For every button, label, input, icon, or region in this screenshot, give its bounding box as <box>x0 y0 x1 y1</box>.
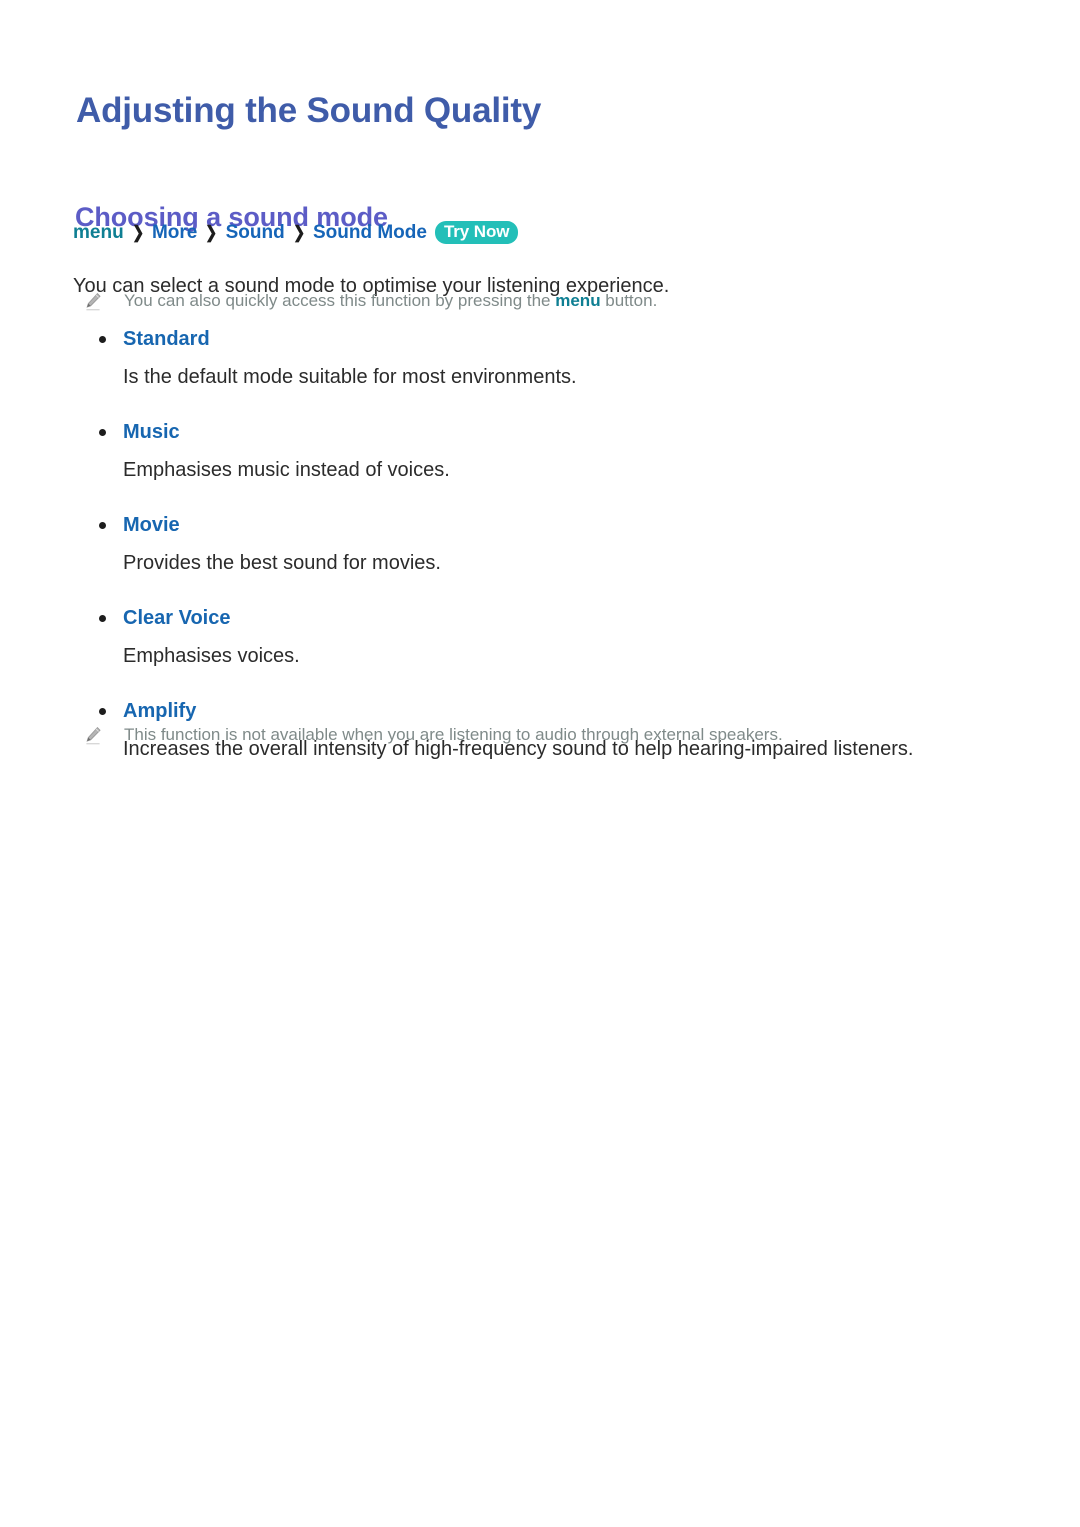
bullet-icon <box>99 336 106 343</box>
list-item: Music Emphasises music instead of voices… <box>97 420 997 482</box>
note-text-before: You can also quickly access this functio… <box>124 291 556 310</box>
mode-term-label: Amplify <box>123 700 197 722</box>
mode-term-label: Movie <box>123 514 180 536</box>
mode-term: Standard <box>97 327 997 351</box>
list-item: Movie Provides the best sound for movies… <box>97 513 997 575</box>
breadcrumb: menu ❯ More ❯ Sound ❯ Sound Mode Try Now <box>73 221 519 244</box>
list-item: Clear Voice Emphasises voices. <box>97 606 997 668</box>
mode-term: Amplify <box>97 699 997 723</box>
bullet-icon <box>99 522 106 529</box>
breadcrumb-item-sound[interactable]: Sound <box>226 222 285 244</box>
note-text-after: button. <box>600 291 658 310</box>
pencil-icon <box>84 726 102 746</box>
mode-term-label: Clear Voice <box>123 607 231 629</box>
mode-description: Is the default mode suitable for most en… <box>123 366 577 388</box>
breadcrumb-item-menu[interactable]: menu <box>73 222 124 244</box>
pencil-icon <box>84 292 102 312</box>
mode-description: Emphasises voices. <box>123 645 300 667</box>
note-text: This function is not available when you … <box>124 725 783 744</box>
mode-term-label: Music <box>123 421 180 443</box>
mode-description: Provides the best sound for movies. <box>123 552 441 574</box>
note-external-speakers: This function is not available when you … <box>84 725 783 745</box>
note-keyword-menu: menu <box>555 291 601 310</box>
chevron-right-icon: ❯ <box>205 222 218 242</box>
try-now-badge[interactable]: Try Now <box>434 221 519 244</box>
note-quick-access: You can also quickly access this functio… <box>84 291 657 311</box>
chevron-right-icon: ❯ <box>131 222 144 242</box>
chevron-right-icon: ❯ <box>292 222 305 242</box>
mode-description: Emphasises music instead of voices. <box>123 459 450 481</box>
bullet-icon <box>99 615 106 622</box>
mode-term: Clear Voice <box>97 606 997 630</box>
document-page: Adjusting the Sound Quality Choosing a s… <box>0 0 1080 1527</box>
list-item: Standard Is the default mode suitable fo… <box>97 327 997 389</box>
mode-term: Movie <box>97 513 997 537</box>
bullet-icon <box>99 429 106 436</box>
bullet-icon <box>99 708 106 715</box>
sound-mode-list: Standard Is the default mode suitable fo… <box>97 327 997 761</box>
note-text: You can also quickly access this functio… <box>124 291 657 311</box>
mode-term-label: Standard <box>123 328 210 350</box>
breadcrumb-item-more[interactable]: More <box>152 222 197 244</box>
breadcrumb-item-sound-mode[interactable]: Sound Mode <box>313 222 427 244</box>
page-title: Adjusting the Sound Quality <box>76 91 542 131</box>
mode-term: Music <box>97 420 997 444</box>
